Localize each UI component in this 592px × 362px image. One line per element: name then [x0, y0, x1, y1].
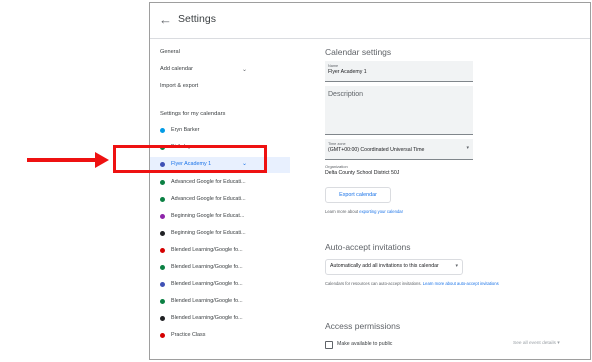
top-bar: ← Settings	[150, 3, 590, 39]
calendar-name: Blended Learning/Google fo...	[171, 315, 243, 321]
calendar-settings-title: Calendar settings	[325, 47, 392, 57]
description-placeholder: Description	[328, 91, 364, 98]
timezone-label: Time zone	[328, 142, 346, 146]
page-title: Settings	[178, 13, 216, 25]
sidebar: General Add calendar ⌄ Import & export S…	[150, 39, 300, 359]
access-permissions-title: Access permissions	[325, 321, 401, 331]
make-public-checkbox[interactable]	[325, 341, 333, 349]
export-help-prefix: Learn more about	[325, 209, 359, 214]
dropdown-arrow-icon: ▾	[466, 145, 469, 151]
dropdown-arrow-icon: ▾	[455, 263, 458, 269]
calendar-color-dot	[160, 180, 165, 185]
auto-accept-title: Auto-accept invitations	[325, 242, 411, 252]
make-public-label: Make available to public	[337, 341, 393, 347]
calendar-color-dot	[160, 214, 165, 219]
calendar-item[interactable]: Blended Learning/Google fo...	[150, 261, 290, 275]
public-detail-value: See all event details	[513, 341, 556, 346]
calendar-color-dot	[160, 248, 165, 253]
calendar-item[interactable]: Blended Learning/Google fo...	[150, 244, 290, 258]
calendar-color-dot	[160, 265, 165, 270]
calendar-item[interactable]: Advanced Google for Educati...	[150, 193, 290, 207]
calendar-item[interactable]: Advanced Google for Educati...	[150, 176, 290, 190]
calendar-color-dot	[160, 231, 165, 236]
calendar-color-dot	[160, 282, 165, 287]
export-calendar-button[interactable]: Export calendar	[325, 187, 391, 203]
calendar-name: Eryn Barker	[171, 127, 200, 133]
annotation-arrow-head	[95, 152, 109, 168]
sidebar-item-import-export[interactable]: Import & export	[160, 83, 198, 89]
auto-accept-select[interactable]: Automatically add all invitations to thi…	[325, 259, 463, 275]
calendar-name: Blended Learning/Google fo...	[171, 281, 243, 287]
back-arrow-icon[interactable]: ←	[159, 12, 172, 28]
calendar-color-dot	[160, 299, 165, 304]
export-help-link[interactable]: exporting your calendar	[359, 209, 403, 214]
public-detail-select: See all event details ▾	[513, 341, 583, 353]
name-field[interactable]: Name Flyer Academy 1	[325, 61, 473, 82]
timezone-select[interactable]: Time zone (GMT+00:00) Coordinated Univer…	[325, 139, 473, 160]
settings-window: ← Settings General Add calendar ⌄ Import…	[149, 2, 591, 360]
calendar-color-dot	[160, 316, 165, 321]
organization-label: Organization	[325, 164, 348, 169]
calendar-item[interactable]: Beginning Google for Educati...	[150, 227, 290, 241]
auto-accept-help: Calendars for resources can auto-accept …	[325, 281, 499, 286]
calendar-item[interactable]: Beginning Google for Educat...	[150, 210, 290, 224]
calendar-name: Beginning Google for Educati...	[171, 230, 246, 236]
timezone-value: (GMT+00:00) Coordinated Universal Time	[328, 147, 425, 153]
name-label: Name	[328, 64, 339, 68]
calendar-name: Advanced Google for Educati...	[171, 196, 246, 202]
my-calendars-heading: Settings for my calendars	[160, 111, 226, 117]
calendar-item[interactable]: Eryn Barker	[150, 124, 290, 138]
calendar-name: Blended Learning/Google fo...	[171, 247, 243, 253]
auto-accept-value: Automatically add all invitations to thi…	[330, 263, 439, 269]
calendar-item[interactable]: Practice Class	[150, 329, 290, 343]
auto-accept-help-link[interactable]: Learn more about auto-accept invitations	[423, 281, 499, 286]
calendar-name: Beginning Google for Educat...	[171, 213, 245, 219]
description-field[interactable]: Description	[325, 86, 473, 135]
calendar-color-dot	[160, 197, 165, 202]
main-panel: Calendar settings Name Flyer Academy 1 D…	[315, 39, 585, 359]
dropdown-arrow-icon: ▾	[557, 341, 560, 346]
calendar-name: Blended Learning/Google fo...	[171, 298, 243, 304]
calendar-color-dot	[160, 333, 165, 338]
calendar-name: Practice Class	[171, 332, 206, 338]
name-value: Flyer Academy 1	[328, 69, 367, 75]
organization-value: Delta County School District 50J	[325, 170, 400, 176]
chevron-down-icon[interactable]: ⌄	[242, 66, 247, 73]
calendar-color-dot	[160, 128, 165, 133]
calendar-name: Blended Learning/Google fo...	[171, 264, 243, 270]
calendar-name: Advanced Google for Educati...	[171, 179, 246, 185]
calendar-item[interactable]: Blended Learning/Google fo...	[150, 295, 290, 309]
annotation-highlight-box	[113, 145, 267, 173]
export-help-text: Learn more about exporting your calendar	[325, 209, 403, 214]
auto-accept-help-text: Calendars for resources can auto-accept …	[325, 281, 422, 286]
sidebar-item-general[interactable]: General	[160, 49, 180, 55]
annotation-arrow	[27, 158, 97, 162]
calendar-item[interactable]: Blended Learning/Google fo...	[150, 278, 290, 292]
sidebar-item-add-calendar[interactable]: Add calendar	[160, 66, 193, 72]
calendar-item[interactable]: Blended Learning/Google fo...	[150, 312, 290, 326]
